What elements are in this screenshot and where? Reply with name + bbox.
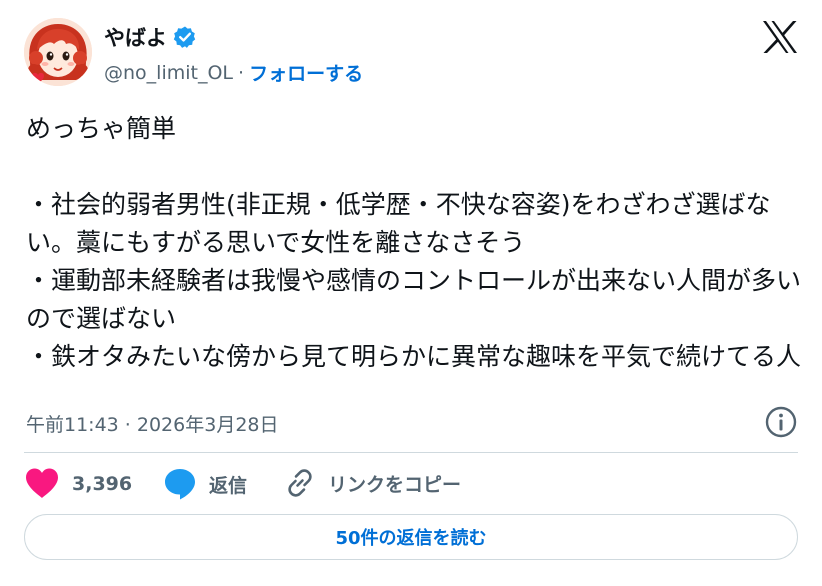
author-name-row: やばよ xyxy=(104,22,197,52)
reply-button[interactable]: 返信 xyxy=(163,467,247,501)
reply-label: 返信 xyxy=(209,474,248,497)
like-count: 3,396 xyxy=(72,472,133,495)
copy-link-button[interactable]: リンクをコピー xyxy=(284,467,461,499)
avatar-illustration xyxy=(24,18,92,86)
like-button[interactable]: 3,396 xyxy=(24,467,132,500)
author-handle[interactable]: @no_limit_OL xyxy=(104,62,233,84)
tweet-text: めっちゃ簡単 ・社会的弱者男性(非正規・低学歴・不快な容姿)をわざわざ選ばない。… xyxy=(26,114,802,371)
copy-link-label: リンクをコピー xyxy=(328,473,462,496)
handle-separator: · xyxy=(238,61,245,84)
link-icon xyxy=(284,467,316,499)
avatar[interactable] xyxy=(24,18,92,86)
x-logo-icon[interactable] xyxy=(762,20,798,54)
divider xyxy=(24,452,798,453)
read-replies-button[interactable]: 50件の返信を読む xyxy=(24,514,798,560)
author-handle-row: @no_limit_OL · フォローする xyxy=(104,59,363,86)
heart-icon xyxy=(24,467,60,500)
follow-link[interactable]: フォローする xyxy=(249,59,363,86)
tweet-timestamp[interactable]: 午前11:43 · 2026年3月28日 xyxy=(26,410,279,437)
verified-badge-icon xyxy=(173,25,197,49)
embedded-tweet-card: やばよ @no_limit_OL · フォローする めっちゃ簡単 ・社会的弱者男… xyxy=(0,0,822,586)
info-icon[interactable] xyxy=(764,405,798,439)
author-display-name[interactable]: やばよ xyxy=(104,22,167,52)
reply-bubble-icon xyxy=(163,467,197,501)
